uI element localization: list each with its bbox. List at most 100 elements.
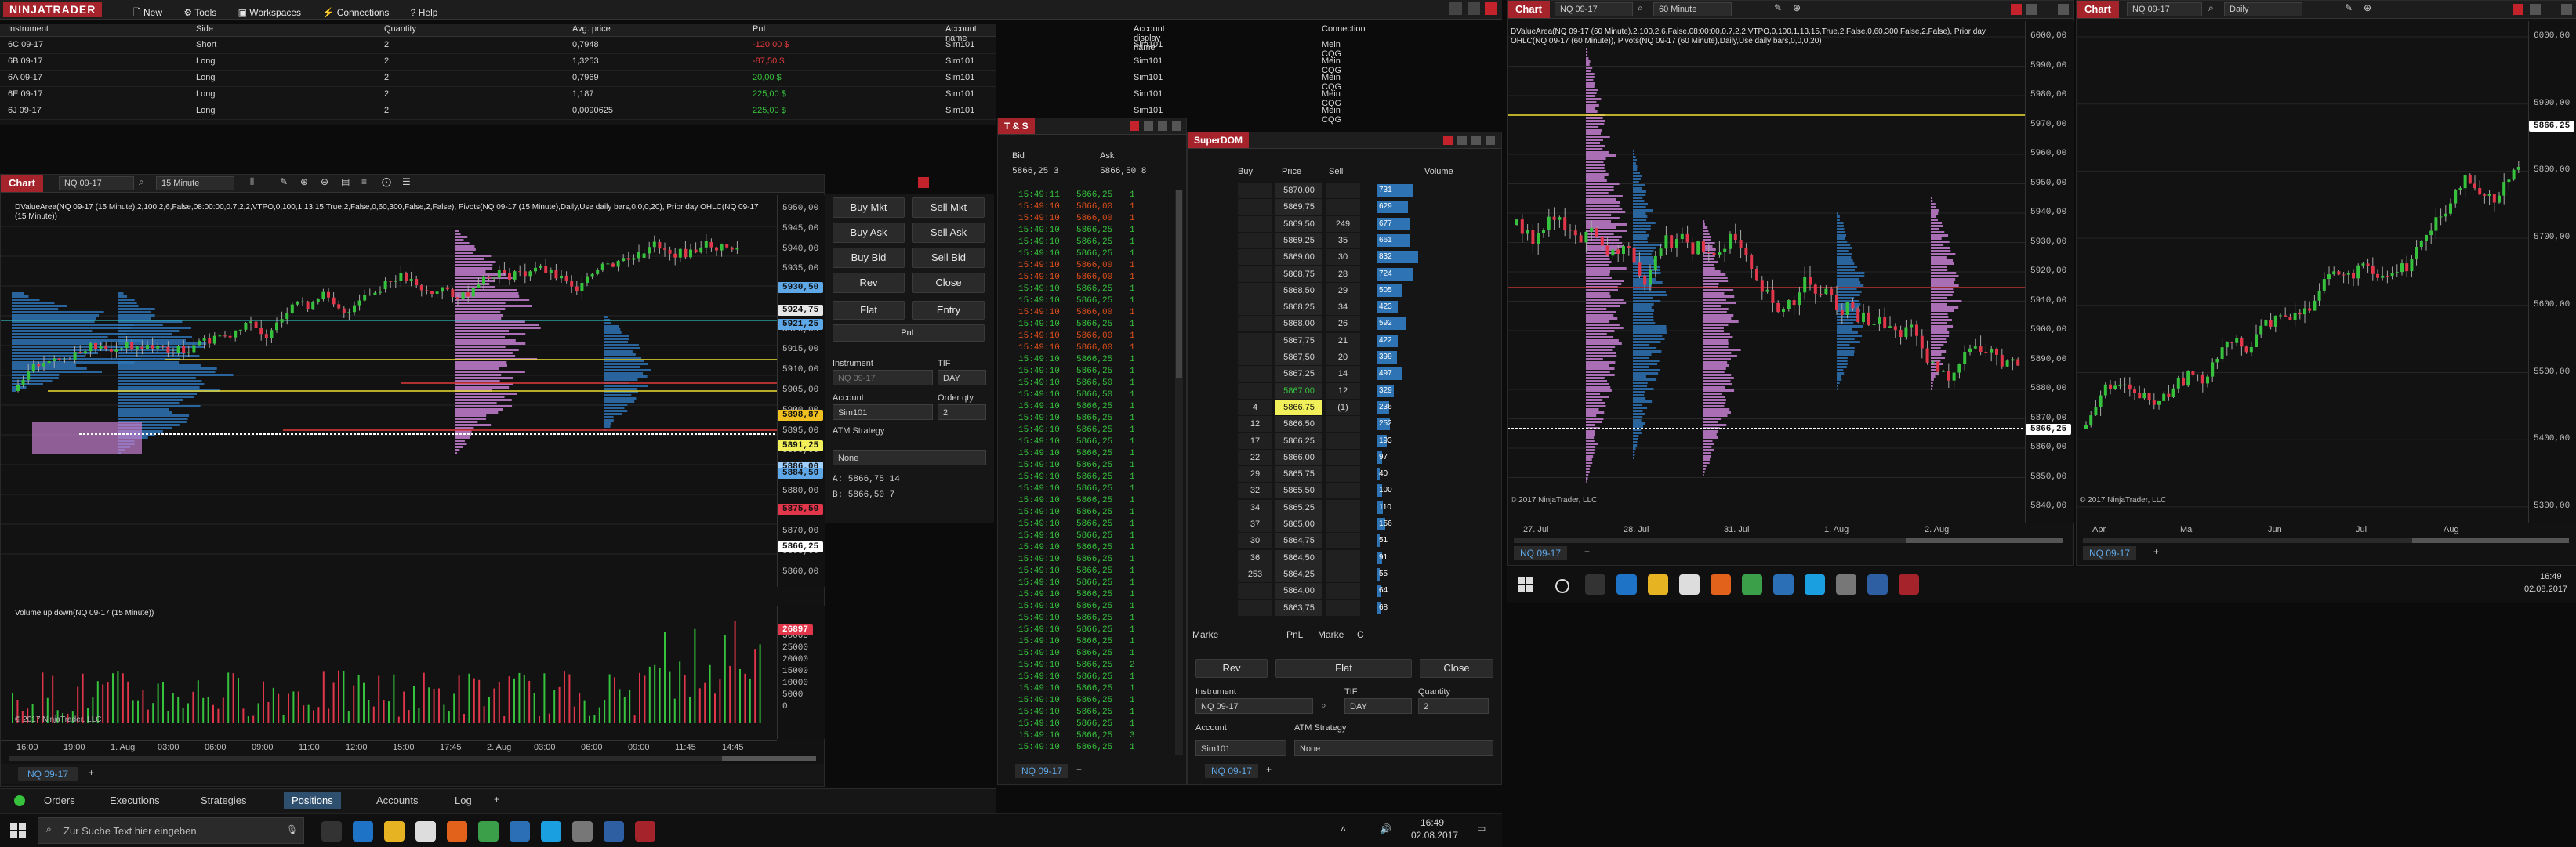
add-tab-icon[interactable]: + [89,767,94,778]
close-icon[interactable] [2561,4,2572,15]
dom-market-left[interactable]: Marke [1192,629,1218,640]
dom-row[interactable]: 30 5864,75 51 [1238,533,1498,549]
close-icon[interactable] [1485,2,1497,15]
task-view-icon[interactable] [321,821,342,842]
dom-account-select[interactable]: Sim101 [1195,740,1286,756]
skype-icon[interactable] [541,821,561,842]
dom-row[interactable]: 5868,00 26 592 [1238,316,1498,332]
app-icon[interactable] [1773,574,1794,595]
instrument-select[interactable]: NQ 09-17 [833,370,933,385]
dom-sell-cell[interactable] [1326,583,1360,599]
dom-buy-cell[interactable] [1238,382,1272,399]
properties-icon[interactable]: ▤ [341,176,350,187]
dom-row[interactable]: 5869,25 35 661 [1238,232,1498,249]
menu-tools[interactable]: ⚙ Tools [176,0,224,25]
close-icon[interactable] [1172,121,1181,131]
dom-row[interactable]: 5869,50 249 677 [1238,215,1498,233]
ts-scrollbar[interactable] [1175,190,1183,755]
dom-sell-cell[interactable]: 28 [1326,266,1360,282]
search-icon[interactable]: ⌕ [1321,700,1326,711]
dom-sell-cell[interactable]: 20 [1326,349,1360,365]
dom-sell-cell[interactable]: 249 [1326,215,1360,232]
dom-tif-select[interactable]: DAY [1344,698,1412,714]
dom-buy-cell[interactable]: 12 [1238,416,1272,433]
store-icon[interactable] [415,821,436,842]
bottom-tab[interactable]: Positions [284,792,341,809]
dom-buy-cell[interactable] [1238,199,1272,215]
dom-row[interactable]: 5869,75 629 [1238,199,1498,215]
ts-tab[interactable]: NQ 09-17 [1015,764,1069,778]
dom-buy-cell[interactable]: 4 [1238,399,1272,415]
dom-row[interactable]: 12 5866,50 252 [1238,416,1498,433]
firefox-icon[interactable] [1711,574,1731,595]
firefox-icon[interactable] [447,821,467,842]
dom-sell-cell[interactable] [1326,433,1360,449]
network-icon[interactable] [572,821,593,842]
minimize-icon[interactable] [2530,4,2541,15]
bottom-tab[interactable]: Accounts [368,792,426,809]
cortana-icon[interactable] [1555,579,1569,593]
dom-buy-cell[interactable] [1238,349,1272,365]
maximize-icon[interactable] [1467,2,1480,15]
dom-row[interactable]: 37 5865,00 156 [1238,516,1498,533]
chart3-instrument-select[interactable]: NQ 09-17 [2127,2,2202,16]
bottom-tab[interactable]: Orders [36,792,83,809]
pnl-button[interactable]: PnL [833,324,985,342]
dom-row[interactable]: 5867,50 20 399 [1238,349,1498,366]
taskbar-search[interactable]: ⌕ Zur Suche Text hier eingeben 🎙 [38,817,304,844]
dom-sell-cell[interactable] [1326,499,1360,516]
dom-row[interactable]: 5868,25 34 423 [1238,299,1498,316]
list-icon[interactable]: ☰ [402,176,411,187]
dom-sell-cell[interactable] [1326,183,1360,198]
skype-icon[interactable] [1805,574,1825,595]
close-icon[interactable] [2058,4,2069,15]
buy-bid-button[interactable]: Buy Bid [833,248,905,268]
dom-row[interactable]: 34 5865,25 110 [1238,499,1498,516]
notification-icon[interactable]: ▭ [1477,823,1486,834]
flat-button[interactable]: Flat [833,301,905,320]
dom-sell-cell[interactable]: 29 [1326,282,1360,299]
positions-column-header[interactable]: PnL [753,24,768,34]
dom-close-button[interactable]: Close [1420,659,1493,678]
dom-sell-cell[interactable] [1326,483,1360,499]
chart3-scrollbar[interactable] [2083,538,2569,543]
dom-row[interactable]: 5870,00 731 [1238,183,1498,199]
close-icon[interactable] [1486,136,1495,145]
dom-row[interactable]: 253 5864,25 55 [1238,566,1498,583]
dom-buy-cell[interactable]: 29 [1238,466,1272,483]
dom-sell-cell[interactable]: 21 [1326,332,1360,349]
search-icon[interactable]: ⌕ [1638,2,1643,14]
menu-new[interactable]: 🗋 New [125,0,170,25]
account-select[interactable]: Sim101 [833,404,933,420]
positions-column-header[interactable]: Instrument [8,24,49,34]
table-row[interactable]: 6B 09-17 Long 2 1,3253 -87,50 $ Sim101 Sim101 M… [0,54,1341,75]
menu-help[interactable]: ? Help [403,0,446,25]
dom-row[interactable]: 5867,00 12 329 [1238,382,1498,400]
close-icon[interactable] [2513,4,2523,15]
chart1-scrollbar[interactable] [9,756,816,761]
add-tab-icon[interactable]: + [1076,764,1082,775]
dom-buy-cell[interactable]: 34 [1238,499,1272,516]
search-icon[interactable]: ⌕ [2208,2,2214,14]
dom-sell-cell[interactable]: 30 [1326,249,1360,266]
maximize-icon[interactable] [1158,121,1167,131]
dom-sell-cell[interactable] [1326,516,1360,532]
dom-buy-cell[interactable] [1238,583,1272,599]
positions-column-header[interactable]: Connection [1322,24,1366,34]
positions-column-header[interactable]: Side [196,24,213,34]
dom-row[interactable]: 5868,75 28 724 [1238,266,1498,283]
sell-bid-button[interactable]: Sell Bid [912,248,985,268]
sell-ask-button[interactable]: Sell Ask [912,223,985,243]
bottom-tab[interactable]: Strategies [193,792,255,809]
dom-sell-cell[interactable] [1326,449,1360,465]
dom-buy-cell[interactable] [1238,232,1272,248]
dom-flat-button[interactable]: Flat [1275,659,1412,678]
minimize-icon[interactable] [1457,136,1467,145]
edge-icon[interactable] [1616,574,1637,595]
dom-buy-cell[interactable] [1238,299,1272,316]
sell-mkt-button[interactable]: Sell Mkt [912,197,985,218]
table-row[interactable]: 6J 09-17 Long 2 0,0090625 225,00 $ Sim101 Sim1… [0,103,1341,125]
table-row[interactable]: 6E 09-17 Long 2 1,187 225,00 $ Sim101 Sim101 Me… [0,87,1341,108]
pencil-icon[interactable]: ✎ [280,176,288,187]
minimize-icon[interactable] [2026,4,2037,15]
